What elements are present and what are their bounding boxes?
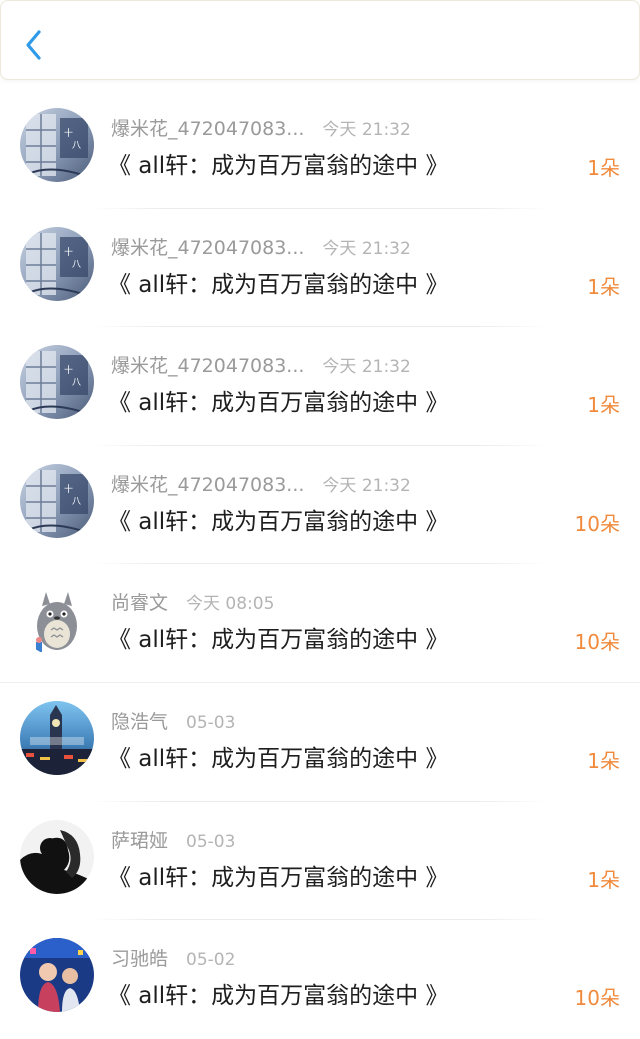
book-title: 《 all轩：成为百万富翁的途中 》 — [108, 627, 449, 654]
book-title: 《 all轩：成为百万富翁的途中 》 — [108, 745, 449, 772]
flower-count: 1朵 — [587, 748, 620, 773]
window-sketch-avatar[interactable] — [20, 463, 94, 538]
flower-count: 1朵 — [587, 156, 620, 180]
back-button[interactable] — [19, 27, 51, 63]
user-name: 隐浩气 05-03 — [111, 710, 236, 733]
flower-count: 1朵 — [587, 274, 620, 299]
user-name: 尚睿文 今天 08:05 — [111, 592, 275, 615]
user-name: 萨珺娅 05-03 — [111, 829, 236, 852]
timestamp: 05-02 — [186, 950, 236, 971]
timestamp: 今天 21:32 — [322, 357, 411, 378]
book-title: 《 all轩：成为百万富翁的途中 》 — [108, 864, 449, 891]
flower-count: 10朵 — [574, 986, 620, 1011]
chevron-left-icon — [26, 30, 41, 60]
timestamp: 05-03 — [186, 831, 236, 852]
timestamp: 今天 21:32 — [322, 238, 411, 259]
user-name: 习驰皓 05-02 — [111, 948, 236, 971]
user-name: 爆米花_472047083... 今天 21:32 — [111, 236, 411, 259]
book-title: 《 all轩：成为百万富翁的途中 》 — [108, 390, 449, 417]
timestamp: 今天 21:32 — [322, 475, 411, 496]
list-item[interactable]: 萨珺娅 05-03 《 all轩：成为百万富翁的途中 》 1朵 — [0, 802, 640, 921]
user-name: 爆米花_472047083... 今天 21:32 — [111, 355, 411, 378]
timestamp: 05-03 — [186, 712, 236, 733]
flower-count: 1朵 — [587, 393, 620, 418]
silhouette-avatar[interactable] — [20, 819, 94, 894]
list-item[interactable]: 隐浩气 05-03 《 all轩：成为百万富翁的途中 》 1朵 — [0, 683, 640, 802]
totoro-avatar[interactable] — [20, 582, 94, 657]
list-item[interactable]: 习驰皓 05-02 《 all轩：成为百万富翁的途中 》 10朵 — [0, 920, 640, 1039]
book-title: 《 all轩：成为百万富翁的途中 》 — [108, 983, 449, 1010]
list-item[interactable]: 爆米花_472047083... 今天 21:32 《 all轩：成为百万富翁的途… — [0, 90, 640, 209]
window-sketch-avatar[interactable] — [20, 226, 94, 301]
timestamp: 今天 08:05 — [186, 594, 275, 615]
window-sketch-avatar[interactable] — [20, 345, 94, 420]
concert-avatar[interactable] — [20, 938, 94, 1013]
user-name: 爆米花_472047083... 今天 21:32 — [111, 118, 411, 140]
window-sketch-avatar[interactable] — [20, 108, 94, 182]
flower-count: 10朵 — [574, 630, 620, 655]
flower-count: 1朵 — [587, 867, 620, 892]
top-bar — [0, 0, 640, 80]
list-item[interactable]: 爆米花_472047083... 今天 21:32 《 all轩：成为百万富翁的途… — [0, 446, 640, 565]
timestamp: 今天 21:32 — [322, 120, 411, 140]
book-title: 《 all轩：成为百万富翁的途中 》 — [108, 508, 449, 535]
flower-count: 10朵 — [574, 511, 620, 536]
list-item[interactable]: 尚睿文 今天 08:05 《 all轩：成为百万富翁的途中 》 10朵 — [0, 564, 640, 683]
book-title: 《 all轩：成为百万富翁的途中 》 — [108, 153, 449, 179]
list-item[interactable]: 爆米花_472047083... 今天 21:32 《 all轩：成为百万富翁的途… — [0, 209, 640, 328]
user-name: 爆米花_472047083... 今天 21:32 — [111, 473, 411, 496]
big-ben-avatar[interactable] — [20, 700, 94, 775]
gift-list: 爆米花_472047083... 今天 21:32 《 all轩：成为百万富翁的途… — [0, 90, 640, 1039]
book-title: 《 all轩：成为百万富翁的途中 》 — [108, 271, 449, 298]
list-item[interactable]: 爆米花_472047083... 今天 21:32 《 all轩：成为百万富翁的途… — [0, 327, 640, 446]
